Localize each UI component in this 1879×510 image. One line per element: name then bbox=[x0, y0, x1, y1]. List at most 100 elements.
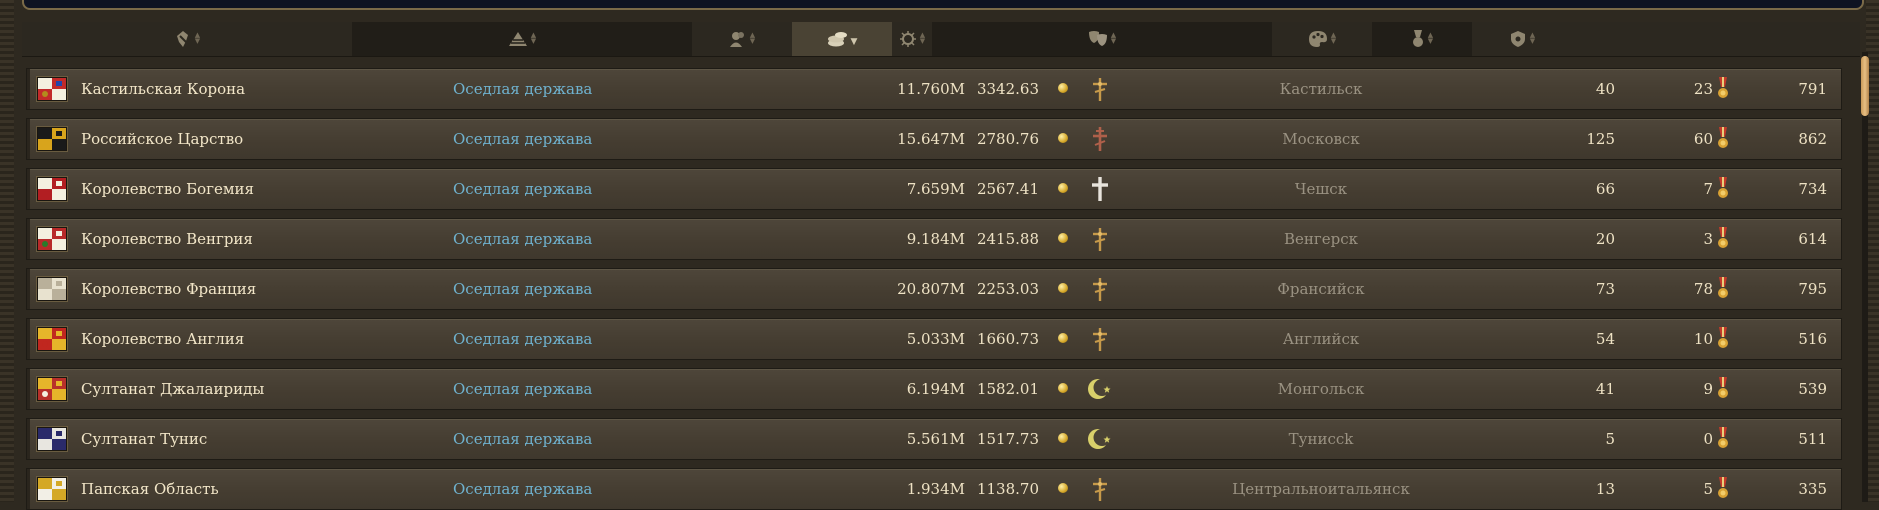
culture-name[interactable]: Московск bbox=[1156, 119, 1486, 159]
realm-name[interactable]: Королевство Франция bbox=[81, 269, 256, 309]
cross-icon[interactable] bbox=[1085, 324, 1115, 354]
population-value: 5.561M bbox=[906, 430, 965, 448]
crescent-icon[interactable] bbox=[1085, 424, 1115, 454]
column-header-population[interactable]: ▲ ▼ bbox=[692, 22, 792, 56]
table-row[interactable]: Султанат Тунис Оседлая держава 5.561M 1517.… bbox=[26, 418, 1842, 460]
realm-name[interactable]: Королевство Богемия bbox=[81, 169, 254, 209]
coins-icon bbox=[827, 30, 849, 48]
medal-icon bbox=[1717, 177, 1729, 201]
government-type-link[interactable]: Оседлая держава bbox=[453, 419, 592, 459]
population-value: 11.760M bbox=[897, 80, 965, 98]
culture-name[interactable]: Кастильск bbox=[1156, 69, 1486, 109]
realm-name[interactable]: Папская Область bbox=[81, 469, 219, 509]
military-value: 614 bbox=[1798, 230, 1827, 248]
table-row[interactable]: Папская Область Оседлая держава 1.934M 1138… bbox=[26, 468, 1842, 510]
culture-name[interactable]: Английск bbox=[1156, 319, 1486, 359]
government-type-link[interactable]: Оседлая держава bbox=[453, 169, 592, 209]
column-header-prestige[interactable]: ▲ ▼ bbox=[1372, 22, 1472, 56]
scrollbar-thumb[interactable] bbox=[1861, 56, 1869, 116]
realm-flag-icon[interactable] bbox=[37, 427, 67, 451]
realm-name[interactable]: Султанат Джалаириды bbox=[81, 369, 264, 409]
income-value: 1660.73 bbox=[976, 330, 1039, 348]
government-type-link[interactable]: Оседлая держава bbox=[453, 369, 592, 409]
table-row[interactable]: Кастильская Корона Оседлая держава 11.760M… bbox=[26, 68, 1842, 110]
cross-icon[interactable] bbox=[1085, 74, 1115, 104]
cross-icon[interactable] bbox=[1085, 274, 1115, 304]
medal-icon bbox=[1717, 277, 1729, 301]
prestige-value: 5 bbox=[1703, 480, 1713, 498]
column-header-culture[interactable]: ▲ ▼ bbox=[932, 22, 1272, 56]
column-header-religion[interactable]: ▲ ▼ bbox=[892, 22, 932, 56]
column-header-military[interactable]: ▲ ▼ bbox=[1472, 22, 1572, 56]
top-panel bbox=[22, 0, 1864, 10]
realm-name[interactable]: Королевство Англия bbox=[81, 319, 244, 359]
income-value: 3342.63 bbox=[976, 80, 1039, 98]
realm-flag-icon[interactable] bbox=[37, 77, 67, 101]
culture-name[interactable]: Чешск bbox=[1156, 169, 1486, 209]
table-row[interactable]: Королевство Англия Оседлая держава 5.033M 1… bbox=[26, 318, 1842, 360]
arts-value: 73 bbox=[1595, 280, 1615, 298]
sort-arrows-icon: ▲ ▼ bbox=[1427, 31, 1434, 45]
sort-arrows-icon: ▲ ▼ bbox=[919, 31, 926, 45]
gold-coin-icon bbox=[1058, 83, 1068, 93]
window-frame-left bbox=[0, 0, 14, 502]
sort-arrows-icon: ▲ ▼ bbox=[530, 31, 537, 45]
realm-name[interactable]: Российское Царство bbox=[81, 119, 243, 159]
medal-icon bbox=[1717, 327, 1729, 351]
table-row[interactable]: Королевство Богемия Оседлая держава 7.659M… bbox=[26, 168, 1842, 210]
column-header-government[interactable]: ▲ ▼ bbox=[352, 22, 692, 56]
population-value: 9.184M bbox=[906, 230, 965, 248]
population-value: 20.807M bbox=[897, 280, 965, 298]
medal-icon bbox=[1717, 127, 1729, 151]
column-header-arts[interactable]: ▲ ▼ bbox=[1272, 22, 1372, 56]
culture-name[interactable]: Венгерск bbox=[1156, 219, 1486, 259]
culture-name[interactable]: Монгольск bbox=[1156, 369, 1486, 409]
realm-flag-icon[interactable] bbox=[37, 177, 67, 201]
realm-name[interactable]: Султанат Тунис bbox=[81, 419, 207, 459]
realm-flag-icon[interactable] bbox=[37, 377, 67, 401]
cross-icon[interactable] bbox=[1085, 474, 1115, 504]
realm-type-icon bbox=[174, 30, 192, 48]
realm-name[interactable]: Королевство Венгрия bbox=[81, 219, 253, 259]
scrollbar-track[interactable] bbox=[1862, 52, 1868, 502]
government-type-link[interactable]: Оседлая держава bbox=[453, 219, 592, 259]
table-row[interactable]: Султанат Джалаириды Оседлая держава 6.194M… bbox=[26, 368, 1842, 410]
culture-name[interactable]: Центральноитальянск bbox=[1156, 469, 1486, 509]
table-row[interactable]: Королевство Венгрия Оседлая держава 9.184M… bbox=[26, 218, 1842, 260]
government-type-link[interactable]: Оседлая держава bbox=[453, 69, 592, 109]
culture-name[interactable]: Туниссk bbox=[1156, 419, 1486, 459]
medal-icon bbox=[1717, 77, 1729, 101]
cross-icon[interactable] bbox=[1085, 224, 1115, 254]
arts-value: 5 bbox=[1605, 430, 1615, 448]
gold-coin-icon bbox=[1058, 233, 1068, 243]
column-header-income[interactable]: ▼ bbox=[792, 22, 892, 56]
prestige-value: 23 bbox=[1693, 80, 1713, 98]
table-row[interactable]: Российское Царство Оседлая держава 15.647M… bbox=[26, 118, 1842, 160]
population-value: 5.033M bbox=[906, 330, 965, 348]
realm-flag-icon[interactable] bbox=[37, 127, 67, 151]
realm-name[interactable]: Кастильская Корона bbox=[81, 69, 245, 109]
palette-icon bbox=[1308, 30, 1328, 48]
population-value: 6.194M bbox=[906, 380, 965, 398]
population-value: 1.934M bbox=[906, 480, 965, 498]
government-type-link[interactable]: Оседлая держава bbox=[453, 469, 592, 509]
government-type-link[interactable]: Оседлая держава bbox=[453, 269, 592, 309]
sort-arrows-icon: ▲ ▼ bbox=[1529, 31, 1536, 45]
government-type-link[interactable]: Оседлая держава bbox=[453, 319, 592, 359]
cross-icon[interactable] bbox=[1085, 124, 1115, 154]
crescent-icon[interactable] bbox=[1085, 374, 1115, 404]
prestige-value: 7 bbox=[1703, 180, 1713, 198]
prestige-value: 0 bbox=[1703, 430, 1713, 448]
table-row[interactable]: Королевство Франция Оседлая держава 20.807… bbox=[26, 268, 1842, 310]
culture-name[interactable]: Франсийск bbox=[1156, 269, 1486, 309]
cross-icon[interactable] bbox=[1085, 174, 1115, 204]
realm-flag-icon[interactable] bbox=[37, 477, 67, 501]
realm-flag-icon[interactable] bbox=[37, 327, 67, 351]
government-type-link[interactable]: Оседлая держава bbox=[453, 119, 592, 159]
realm-flag-icon[interactable] bbox=[37, 277, 67, 301]
pyramid-icon bbox=[508, 31, 528, 47]
column-header-realm[interactable]: ▲ ▼ bbox=[22, 22, 352, 56]
realm-flag-icon[interactable] bbox=[37, 227, 67, 251]
military-value: 539 bbox=[1798, 380, 1827, 398]
income-value: 1582.01 bbox=[976, 380, 1039, 398]
